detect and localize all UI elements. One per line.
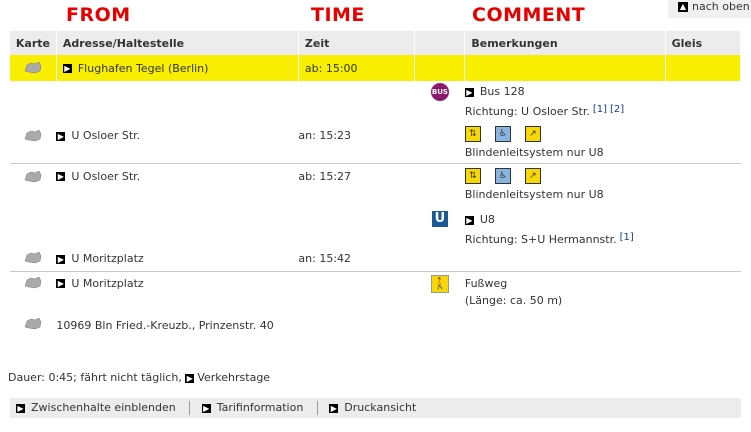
stop-link[interactable]: Flughafen Tegel (Berlin) bbox=[78, 62, 209, 75]
time-value: ab: 15:00 bbox=[298, 55, 416, 81]
table-row: ▶ U Osloer Str. an: 15:23 ⇅ ♿ ↗ Blindenleit… bbox=[10, 123, 741, 163]
arrow-right-icon: ▶ bbox=[56, 254, 66, 264]
col-time: Zeit bbox=[298, 31, 416, 55]
table-row: BUS ▶ Bus 128 Richtung: U Osloer Str. [1][… bbox=[10, 81, 741, 123]
footer-toolbar: ▶ Zwischenhalte einblenden ▶ Tarifinformat… bbox=[10, 398, 741, 418]
back-to-top-label: nach oben bbox=[692, 0, 750, 13]
map-icon[interactable] bbox=[23, 276, 43, 289]
time-value: ab: 15:27 bbox=[298, 162, 415, 205]
arrow-right-icon: ▶ bbox=[62, 64, 72, 73]
from-annotation: FROM bbox=[66, 4, 131, 26]
footer-item-label: Zwischenhalte einblenden bbox=[31, 401, 176, 414]
ubahn-icon: U bbox=[431, 211, 448, 227]
footpath-length: (Länge: ca. 50 m) bbox=[464, 293, 563, 307]
elevator-icon: ⇅ bbox=[464, 167, 481, 184]
stop-link[interactable]: U Osloer Str. bbox=[71, 170, 140, 183]
arrow-right-icon: ▶ bbox=[56, 279, 66, 288]
stop-link[interactable]: U Osloer Str. bbox=[71, 129, 140, 142]
arrow-up-icon: ▲ bbox=[678, 2, 688, 12]
map-icon[interactable] bbox=[23, 170, 43, 183]
line-link[interactable]: Bus 128 bbox=[480, 85, 525, 98]
comment-annotation: COMMENT bbox=[472, 4, 586, 26]
divider bbox=[316, 401, 318, 415]
walk-icon: 🚶 bbox=[430, 274, 449, 293]
col-icon bbox=[414, 31, 466, 55]
footpath-label: Fußweg bbox=[464, 276, 508, 290]
table-row: ▶ U Moritzplatz 🚶 Fußweg (Länge: ca. 50 m… bbox=[10, 270, 741, 313]
stop-link[interactable]: U Moritzplatz bbox=[71, 252, 143, 265]
map-icon[interactable] bbox=[23, 251, 43, 264]
divider bbox=[189, 401, 191, 415]
footnote-link[interactable]: [1] bbox=[620, 232, 634, 243]
table-row: ▶ U Moritzplatz an: 15:42 bbox=[10, 247, 741, 271]
arrow-right-icon: ▶ bbox=[16, 403, 25, 413]
arrow-right-icon: ▶ bbox=[56, 172, 66, 181]
col-map: Karte bbox=[10, 31, 57, 55]
blind-guidance-icon: ♿ bbox=[494, 167, 511, 184]
time-annotation: TIME bbox=[311, 4, 365, 26]
map-icon[interactable] bbox=[23, 317, 43, 330]
duration-info: Dauer: 0:45; fährt nicht täglich, ▶ Verke… bbox=[8, 371, 270, 384]
duration-text: Dauer: 0:45; fährt nicht täglich, bbox=[8, 371, 182, 384]
col-remarks: Bemerkungen bbox=[464, 31, 666, 55]
table-header: Karte Adresse/Haltestelle Zeit Bemerkung… bbox=[10, 31, 742, 55]
elevator-icon: ⇅ bbox=[464, 126, 481, 142]
print-view-link[interactable]: ▶ Druckansicht bbox=[329, 401, 416, 414]
footnote-link[interactable]: [2] bbox=[610, 104, 624, 115]
arrow-right-icon: ▶ bbox=[201, 403, 211, 413]
map-icon[interactable] bbox=[23, 129, 43, 142]
blind-guidance-icon: ♿ bbox=[494, 126, 511, 142]
table-row: 10969 Bln Fried.-Kreuzb., Prinzenstr. 40 bbox=[10, 313, 741, 337]
footer-item-label: Tarifinformation bbox=[216, 401, 304, 414]
table-row: U ▶ U8 Richtung: S+U Hermannstr. [1] bbox=[10, 205, 741, 247]
show-intermediate-stops-link[interactable]: ▶ Zwischenhalte einblenden bbox=[16, 401, 176, 414]
fare-info-link[interactable]: ▶ Tarifinformation bbox=[201, 401, 304, 414]
arrow-right-icon: ▶ bbox=[185, 373, 195, 383]
footer-item-label: Druckansicht bbox=[344, 401, 417, 414]
col-track: Gleis bbox=[665, 31, 742, 55]
accessibility-note: Blindenleitsystem nur U8 bbox=[464, 187, 604, 201]
arrow-right-icon: ▶ bbox=[464, 87, 474, 97]
stop-link[interactable]: U Moritzplatz bbox=[71, 277, 143, 290]
direction-text: Richtung: U Osloer Str. bbox=[464, 105, 590, 118]
operating-days-link[interactable]: Verkehrstage bbox=[197, 371, 270, 384]
table-row: ▶ U Osloer Str. ab: 15:27 ⇅ ♿ ↗ Blindenleit… bbox=[10, 162, 741, 205]
footnote-link[interactable]: [1] bbox=[593, 104, 607, 115]
connection-table: Karte Adresse/Haltestelle Zeit Bemerkung… bbox=[10, 31, 742, 337]
bus-icon: BUS bbox=[430, 83, 449, 101]
wheelchair-icon: ↗ bbox=[524, 126, 541, 142]
map-icon[interactable] bbox=[23, 61, 43, 74]
time-value: an: 15:42 bbox=[298, 252, 352, 265]
back-to-top-link[interactable]: ▲ nach oben bbox=[668, 0, 751, 18]
accessibility-note: Blindenleitsystem nur U8 bbox=[464, 146, 604, 159]
table-row: ▶ Flughafen Tegel (Berlin) ab: 15:00 bbox=[10, 55, 742, 81]
arrow-right-icon: ▶ bbox=[464, 215, 474, 225]
arrow-right-icon: ▶ bbox=[329, 403, 339, 413]
direction-text: Richtung: S+U Hermannstr. bbox=[464, 233, 617, 246]
arrow-right-icon: ▶ bbox=[56, 131, 66, 141]
destination-address: 10969 Bln Fried.-Kreuzb., Prinzenstr. 40 bbox=[56, 319, 274, 332]
time-value: an: 15:23 bbox=[298, 129, 352, 142]
col-address: Adresse/Haltestelle bbox=[56, 31, 299, 55]
wheelchair-icon: ↗ bbox=[524, 167, 541, 184]
line-link[interactable]: U8 bbox=[480, 213, 495, 226]
